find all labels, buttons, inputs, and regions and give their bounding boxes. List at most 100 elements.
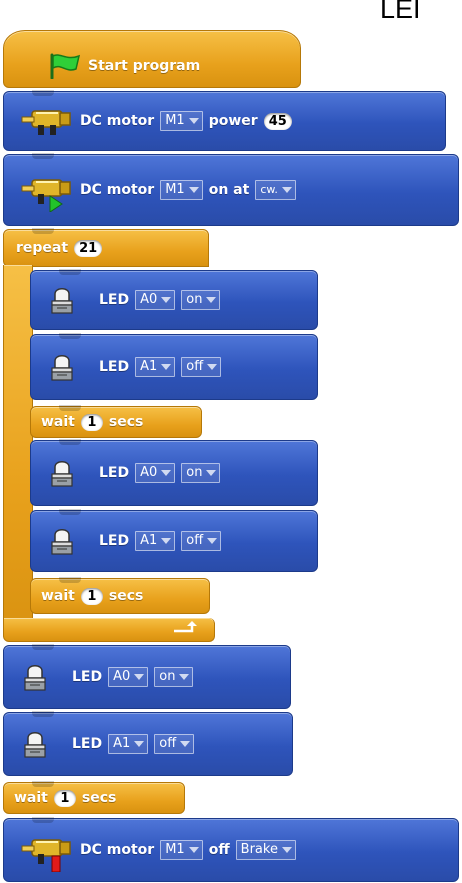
start-program-block[interactable]: Start program: [3, 30, 301, 88]
repeat-count-input[interactable]: 21: [74, 239, 103, 257]
wait-block[interactable]: wait 1 secs: [30, 405, 202, 438]
led-a0-on-block[interactable]: LED A0 on: [30, 439, 318, 506]
led-pin-dropdown[interactable]: A1: [108, 734, 149, 754]
led-state-value: on: [186, 465, 203, 480]
wait-seconds-input[interactable]: 1: [80, 587, 103, 605]
motor-port-value: M1: [165, 182, 185, 197]
power-label: power: [208, 113, 258, 129]
dropdown-arrow-icon: [206, 297, 217, 303]
off-label: off: [208, 842, 230, 858]
dropdown-arrow-icon: [180, 741, 191, 747]
led-a1-off-block[interactable]: LED A1 off: [3, 711, 293, 776]
led-pin-dropdown[interactable]: A0: [135, 463, 176, 483]
repeat-bottom-arm: [3, 618, 215, 642]
dropdown-arrow-icon: [134, 741, 145, 747]
dc-motor-power-block[interactable]: DC motor M1 power 45: [3, 90, 446, 151]
dc-motor-on-block[interactable]: DC motor M1 on at cw.: [3, 153, 459, 226]
led-pin-value: A0: [113, 669, 131, 684]
dropdown-arrow-icon: [207, 364, 218, 370]
green-flag-icon: [46, 53, 82, 80]
on-at-label: on at: [208, 182, 250, 198]
led-state-dropdown[interactable]: off: [154, 734, 195, 754]
led-state-dropdown[interactable]: off: [181, 357, 222, 377]
wait-seconds-input[interactable]: 1: [53, 789, 76, 807]
dc-motor-label: DC motor: [80, 113, 155, 129]
led-label: LED: [99, 292, 130, 308]
motor-port-value: M1: [165, 842, 185, 857]
dc-motor-on-icon: [18, 172, 74, 213]
dropdown-arrow-icon: [161, 470, 172, 476]
dropdown-arrow-icon: [207, 538, 218, 544]
led-a1-off-block[interactable]: LED A1 off: [30, 333, 318, 400]
repeat-block[interactable]: repeat 21: [3, 228, 209, 267]
led-pin-value: A0: [140, 292, 158, 307]
direction-value: cw.: [260, 183, 278, 196]
dropdown-arrow-icon: [188, 187, 199, 193]
dropdown-arrow-icon: [161, 364, 172, 370]
led-pin-value: A1: [140, 359, 158, 374]
led-state-dropdown[interactable]: on: [154, 667, 194, 687]
led-state-dropdown[interactable]: on: [181, 463, 221, 483]
led-pin-dropdown[interactable]: A1: [135, 531, 176, 551]
dropdown-arrow-icon: [161, 297, 172, 303]
dc-motor-icon: [18, 103, 74, 139]
repeat-side-arm: [3, 265, 33, 635]
wait-label: wait: [14, 790, 48, 806]
led-label: LED: [72, 669, 103, 685]
motor-port-dropdown[interactable]: M1: [160, 180, 203, 200]
led-pin-dropdown[interactable]: A0: [108, 667, 149, 687]
led-state-value: off: [186, 533, 204, 548]
motor-port-dropdown[interactable]: M1: [160, 111, 203, 131]
dropdown-arrow-icon: [179, 674, 190, 680]
wait-block[interactable]: wait 1 secs: [3, 781, 185, 814]
loop-arrow-icon: [172, 620, 198, 634]
repeat-label: repeat: [16, 240, 69, 256]
led-pin-dropdown[interactable]: A1: [135, 357, 176, 377]
led-a1-off-block[interactable]: LED A1 off: [30, 509, 318, 572]
stop-mode-dropdown[interactable]: Brake: [235, 840, 296, 860]
start-program-label: Start program: [88, 58, 201, 74]
motor-port-dropdown[interactable]: M1: [160, 840, 203, 860]
wait-label: wait: [41, 588, 75, 604]
wait-block[interactable]: wait 1 secs: [30, 577, 210, 614]
led-label: LED: [99, 533, 130, 549]
led-icon: [49, 458, 75, 488]
dc-motor-off-icon: [18, 832, 74, 873]
dropdown-arrow-icon: [134, 674, 145, 680]
dropdown-arrow-icon: [281, 847, 292, 853]
led-icon: [49, 352, 75, 382]
led-state-dropdown[interactable]: off: [181, 531, 222, 551]
dropdown-arrow-icon: [161, 538, 172, 544]
wait-seconds-input[interactable]: 1: [80, 413, 103, 431]
stop-mode-value: Brake: [240, 842, 278, 857]
partial-heading-text: LEI: [380, 0, 421, 24]
led-icon: [22, 729, 48, 759]
led-a0-on-block[interactable]: LED A0 on: [3, 644, 291, 709]
dropdown-arrow-icon: [206, 470, 217, 476]
dc-motor-off-block[interactable]: DC motor M1 off Brake: [3, 817, 459, 882]
dc-motor-label: DC motor: [80, 182, 155, 198]
led-state-dropdown[interactable]: on: [181, 290, 221, 310]
led-state-value: off: [159, 736, 177, 751]
dropdown-arrow-icon: [188, 847, 199, 853]
led-state-value: off: [186, 359, 204, 374]
led-pin-value: A1: [140, 533, 158, 548]
led-icon: [49, 285, 75, 315]
led-label: LED: [99, 465, 130, 481]
led-label: LED: [99, 359, 130, 375]
wait-label: wait: [41, 414, 75, 430]
direction-dropdown[interactable]: cw.: [255, 180, 296, 200]
secs-label: secs: [81, 790, 117, 806]
dc-motor-label: DC motor: [80, 842, 155, 858]
secs-label: secs: [108, 414, 144, 430]
led-icon: [22, 662, 48, 692]
power-input[interactable]: 45: [263, 112, 292, 130]
led-pin-dropdown[interactable]: A0: [135, 290, 176, 310]
led-pin-value: A1: [113, 736, 131, 751]
led-label: LED: [72, 736, 103, 752]
led-a0-on-block[interactable]: LED A0 on: [30, 269, 318, 330]
led-icon: [49, 526, 75, 556]
secs-label: secs: [108, 588, 144, 604]
motor-port-value: M1: [165, 113, 185, 128]
led-state-value: on: [186, 292, 203, 307]
